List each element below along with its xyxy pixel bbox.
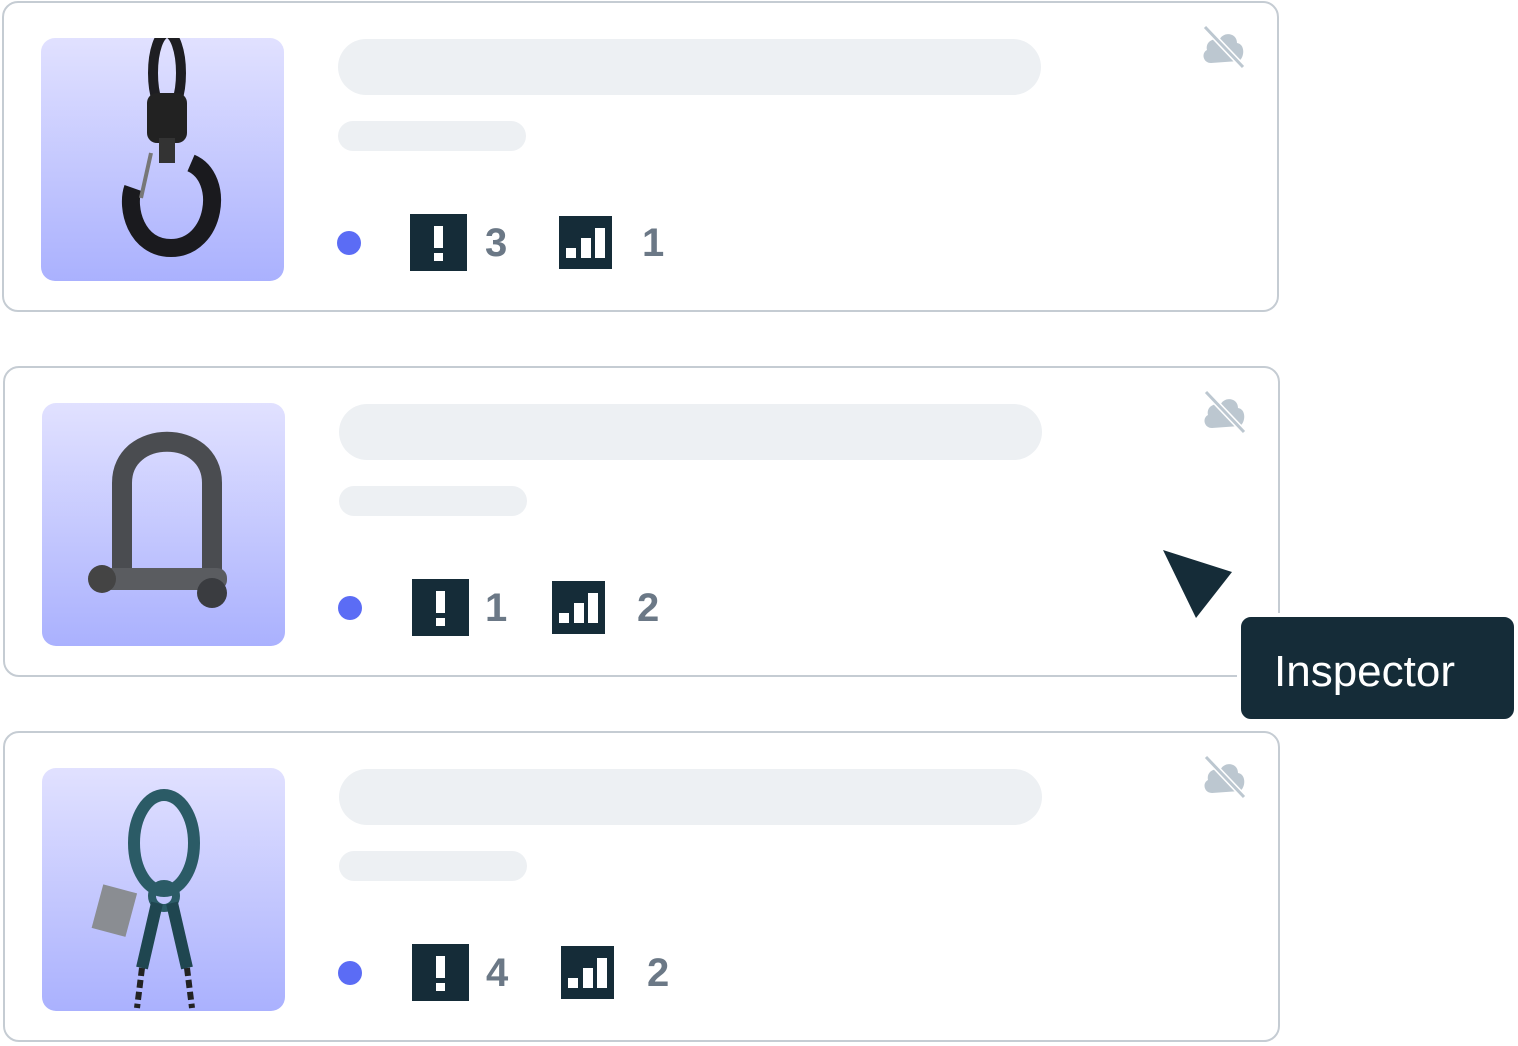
signal-bars-icon (559, 216, 612, 269)
cursor-pointer-icon (1163, 550, 1232, 618)
status-dot (338, 961, 362, 985)
cloud-off-icon[interactable] (1200, 388, 1248, 436)
equipment-card[interactable]: 1 2 (3, 366, 1280, 677)
inspector-tooltip: Inspector (1237, 613, 1518, 723)
product-image-hook (41, 38, 284, 281)
cloud-off-icon[interactable] (1200, 753, 1248, 801)
equipment-card[interactable]: 4 2 (3, 731, 1280, 1042)
signal-bars-icon (552, 581, 605, 634)
product-image-shackle (42, 403, 285, 646)
alert-icon (412, 579, 469, 636)
title-skeleton (339, 769, 1042, 825)
subtitle-skeleton (339, 486, 527, 516)
alert-count: 4 (486, 951, 509, 995)
title-skeleton (339, 404, 1042, 460)
alert-icon (412, 944, 469, 1001)
equipment-card[interactable]: 3 1 (2, 1, 1279, 312)
alert-icon (410, 214, 467, 271)
cloud-off-icon[interactable] (1199, 23, 1247, 71)
alert-count: 3 (485, 221, 508, 265)
signal-count: 2 (647, 951, 670, 995)
subtitle-skeleton (338, 121, 526, 151)
signal-bars-icon (561, 946, 614, 999)
signal-count: 2 (637, 586, 660, 630)
subtitle-skeleton (339, 851, 527, 881)
status-dot (337, 231, 361, 255)
alert-count: 1 (485, 586, 508, 630)
product-image-master-link (42, 768, 285, 1011)
status-dot (338, 596, 362, 620)
signal-count: 1 (642, 221, 665, 265)
title-skeleton (338, 39, 1041, 95)
